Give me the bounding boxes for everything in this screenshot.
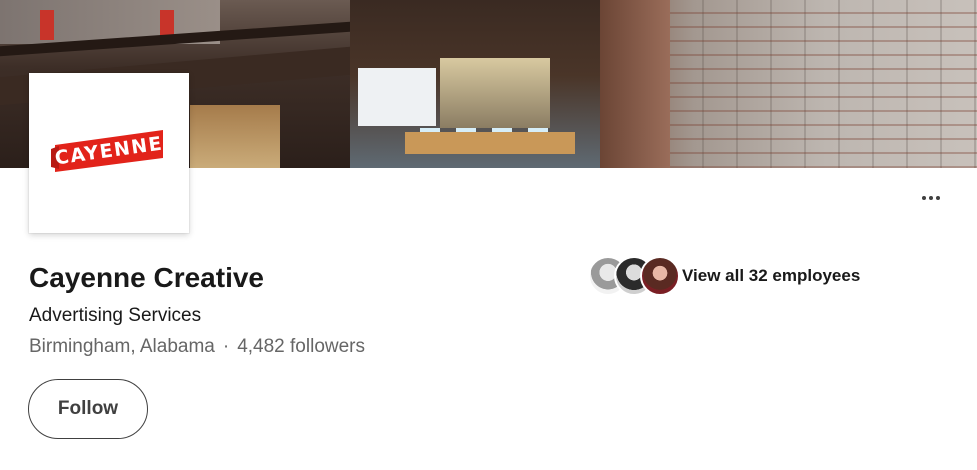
company-profile-card: CAYENNE Cayenne Creative Advertising Ser… <box>0 0 977 470</box>
view-employees-label: View all 32 employees <box>682 266 861 285</box>
meta-separator: · <box>222 336 230 357</box>
logo-wordmark: CAYENNE <box>53 132 165 170</box>
company-name: Cayenne Creative <box>29 262 265 293</box>
ellipsis-icon <box>922 196 926 200</box>
avatar <box>640 256 680 296</box>
follower-count: 4,482 followers <box>237 336 365 357</box>
follow-button[interactable]: Follow <box>28 379 148 439</box>
company-industry: Advertising Services <box>29 305 202 326</box>
view-employees-link[interactable]: View all 32 employees <box>588 256 860 296</box>
cover-brick-wall <box>600 0 977 168</box>
more-options-button[interactable] <box>912 186 950 210</box>
company-logo[interactable]: CAYENNE <box>29 73 189 233</box>
company-meta: Birmingham, Alabama · 4,482 followers <box>29 334 365 360</box>
cover-office-center <box>350 0 600 168</box>
employee-avatars <box>588 256 682 296</box>
company-location: Birmingham, Alabama <box>29 336 215 357</box>
